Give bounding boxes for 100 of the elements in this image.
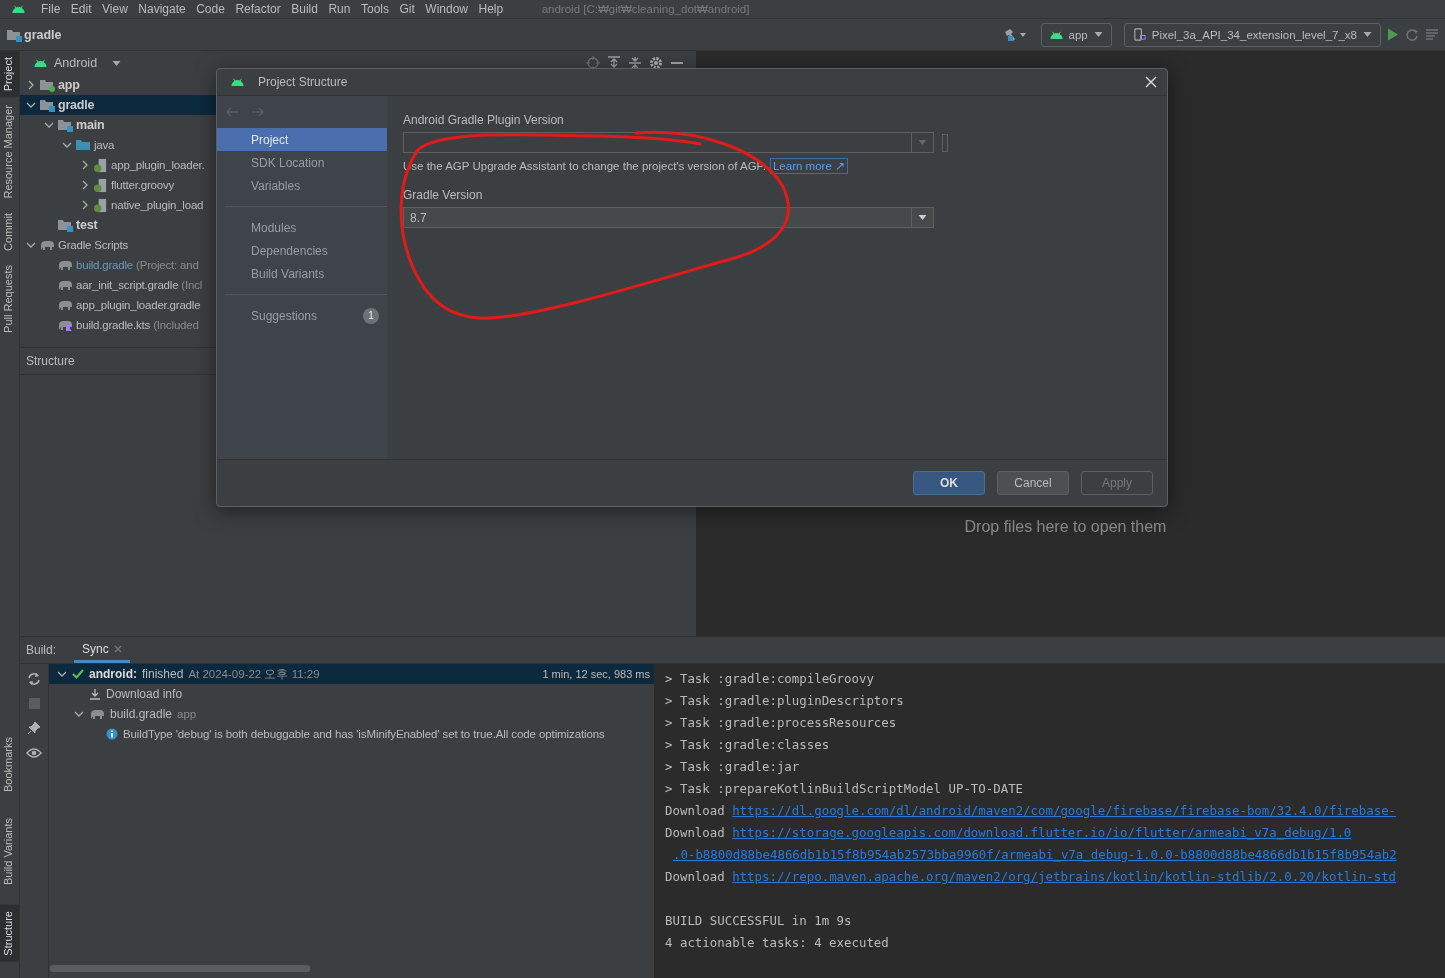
tree-item[interactable]: app_plugin_loader.gradle — [20, 295, 217, 315]
tool-window-tab[interactable]: Build Variants — [0, 812, 19, 892]
menu-item[interactable]: Code — [196, 2, 225, 16]
menu-item[interactable]: Window — [425, 2, 468, 16]
count-badge: 1 — [363, 307, 379, 324]
tree-item[interactable]: main — [20, 115, 217, 135]
console-link[interactable]: https://repo.maven.apache.org/maven2/org/jetbrains/kotlin/kotlin-stdlib/2.0.20/kotlin-std — [732, 869, 1397, 884]
build-tree-row[interactable]: android: finished At 2024-09-22 오후 11:29 1 min, 12 sec, 983 ms — [49, 664, 654, 684]
build-tree-row[interactable]: build.gradle app — [49, 704, 654, 724]
module-folder-icon — [57, 218, 73, 232]
module-folder-icon — [39, 98, 55, 112]
sync-icon[interactable] — [27, 672, 41, 686]
console-link[interactable]: .0-b8800d88be4866db1b15f8b954ab2573bba9960f/armeabi_v7a_debug-1.0.0-b8800d88be4866db1b15f8b954ab2 — [673, 847, 1397, 862]
collapse-chevron-icon[interactable] — [74, 709, 84, 719]
caret-icon — [1093, 32, 1103, 37]
tree-item-label: aar_init_script.gradle — [76, 279, 179, 291]
menu-item[interactable]: Run — [328, 2, 351, 16]
dialog-button[interactable]: Cancel — [997, 471, 1069, 495]
run-config-dropdown[interactable]: app — [1040, 22, 1112, 47]
run-icon[interactable] — [1387, 28, 1399, 41]
console-text: Download — [665, 825, 725, 840]
field-label: Android Gradle Plugin Version — [403, 113, 564, 129]
tree-item-label: app_plugin_loader. — [111, 159, 205, 171]
check-icon — [72, 668, 84, 680]
elephant-icon — [57, 279, 73, 291]
menu-item[interactable]: Tools — [360, 2, 389, 16]
expand-chevron-icon[interactable] — [80, 200, 90, 210]
nav-item[interactable]: Variables — [217, 174, 387, 197]
tool-window-tab[interactable]: Project — [0, 51, 19, 98]
menu-item[interactable]: Refactor — [235, 2, 281, 16]
breadcrumb[interactable]: gradle — [24, 27, 62, 42]
android-icon — [1049, 30, 1063, 39]
nav-item[interactable]: Project — [217, 128, 387, 151]
empty-editor-hint: Drop files here to open them — [964, 518, 1167, 536]
tree-item-label: gradle — [58, 98, 95, 112]
build-item-note: app — [177, 708, 197, 720]
tree-item[interactable]: java — [20, 135, 217, 155]
learn-more-link[interactable]: Learn more ↗ — [769, 158, 848, 174]
module-folder-icon — [6, 27, 22, 42]
android-icon — [12, 5, 25, 13]
tree-item[interactable]: flutter.groovy — [20, 175, 217, 195]
build-message: BuildType 'debug' is both debuggable and has 'isMinifyEnabled' set to true.All code optimizations — [123, 728, 605, 740]
console-link[interactable]: https://storage.googleapis.com/download.flutter.io/io/flutter/armeabi_v7a_debug/1.0 — [732, 825, 1352, 840]
menu-item[interactable]: Git — [399, 2, 415, 16]
console-link[interactable]: https://dl.google.com/dl/android/maven2/com/google/firebase/firebase-bom/32.4.0/firebase- — [732, 803, 1397, 818]
tree-item[interactable]: test — [20, 215, 217, 235]
expand-chevron-icon[interactable] — [26, 80, 36, 90]
collapse-chevron-icon[interactable] — [44, 120, 54, 130]
settings-icon[interactable] — [649, 56, 663, 70]
tool-window-tab[interactable]: Structure — [0, 905, 19, 962]
menu-item[interactable]: File — [41, 2, 61, 16]
nav-item[interactable]: Dependencies — [217, 239, 387, 262]
menu-item[interactable]: Build — [291, 2, 318, 16]
collapse-chevron-icon[interactable] — [26, 240, 36, 250]
version-dropdown[interactable]: 8.7 — [403, 207, 934, 228]
device-dropdown[interactable]: Pixel_3a_API_34_extension_level_7_x8 — [1123, 22, 1381, 47]
collapse-chevron-icon[interactable] — [26, 100, 36, 110]
collapse-chevron-icon[interactable] — [57, 669, 67, 679]
console-line: > Task :gradle:classes — [665, 736, 831, 754]
tree-item[interactable]: native_plugin_load — [20, 195, 217, 215]
nav-item[interactable]: Suggestions 1 — [217, 304, 387, 327]
tree-item[interactable]: build.gradle.kts (Included — [20, 315, 217, 335]
menu-item[interactable]: Edit — [70, 2, 92, 16]
tree-item-label: build.gradle — [76, 259, 134, 271]
tool-window-tab[interactable]: Pull Requests — [0, 258, 19, 339]
pin-icon[interactable] — [27, 721, 41, 735]
tree-item-label: test — [76, 218, 98, 232]
expand-chevron-icon[interactable] — [80, 180, 90, 190]
caret-icon[interactable] — [112, 60, 122, 66]
tree-item[interactable]: aar_init_script.gradle (Incl — [20, 275, 217, 295]
nav-item[interactable]: Build Variants — [217, 262, 387, 285]
build-tree-row[interactable]: BuildType 'debug' is both debuggable and has 'isMinifyEnabled' set to true.All code optimizations — [49, 724, 654, 744]
tree-item[interactable]: app_plugin_loader. — [20, 155, 217, 175]
scrollbar[interactable] — [50, 965, 310, 972]
tool-window-tab[interactable]: Bookmarks — [0, 731, 19, 799]
tree-item[interactable]: build.gradle (Project: and — [20, 255, 217, 275]
elephant-icon — [89, 708, 105, 720]
tree-item[interactable]: Gradle Scripts — [20, 235, 217, 255]
eye-icon[interactable] — [26, 747, 42, 759]
tool-window-tab[interactable]: Resource Manager — [0, 99, 19, 205]
build-tree-row[interactable]: Download info — [49, 684, 654, 704]
console-line: > Task :gradle:compileGroovy — [665, 670, 875, 688]
nav-item[interactable]: Modules — [217, 216, 387, 239]
dialog-button[interactable]: OK — [913, 471, 985, 495]
console-text: Download — [665, 869, 725, 884]
module-folder-icon — [57, 118, 73, 132]
collapse-all-icon[interactable] — [628, 56, 642, 70]
view-selector[interactable]: Android — [54, 56, 98, 70]
build-item-label: build.gradle — [110, 707, 173, 721]
collapse-chevron-icon[interactable] — [62, 140, 72, 150]
tree-item-label: app — [58, 78, 80, 92]
nav-item[interactable]: SDK Location — [217, 151, 387, 174]
tree-item[interactable]: app — [20, 75, 217, 95]
menu-item[interactable]: View — [102, 2, 128, 16]
field-label: Gradle Version — [403, 188, 483, 204]
console-line: > Task :gradle:processResources — [665, 714, 898, 732]
menu-item[interactable]: Navigate — [138, 2, 186, 16]
tool-window-tab[interactable]: Commit — [0, 206, 19, 257]
menu-item[interactable]: Help — [478, 2, 504, 16]
expand-chevron-icon[interactable] — [80, 160, 90, 170]
